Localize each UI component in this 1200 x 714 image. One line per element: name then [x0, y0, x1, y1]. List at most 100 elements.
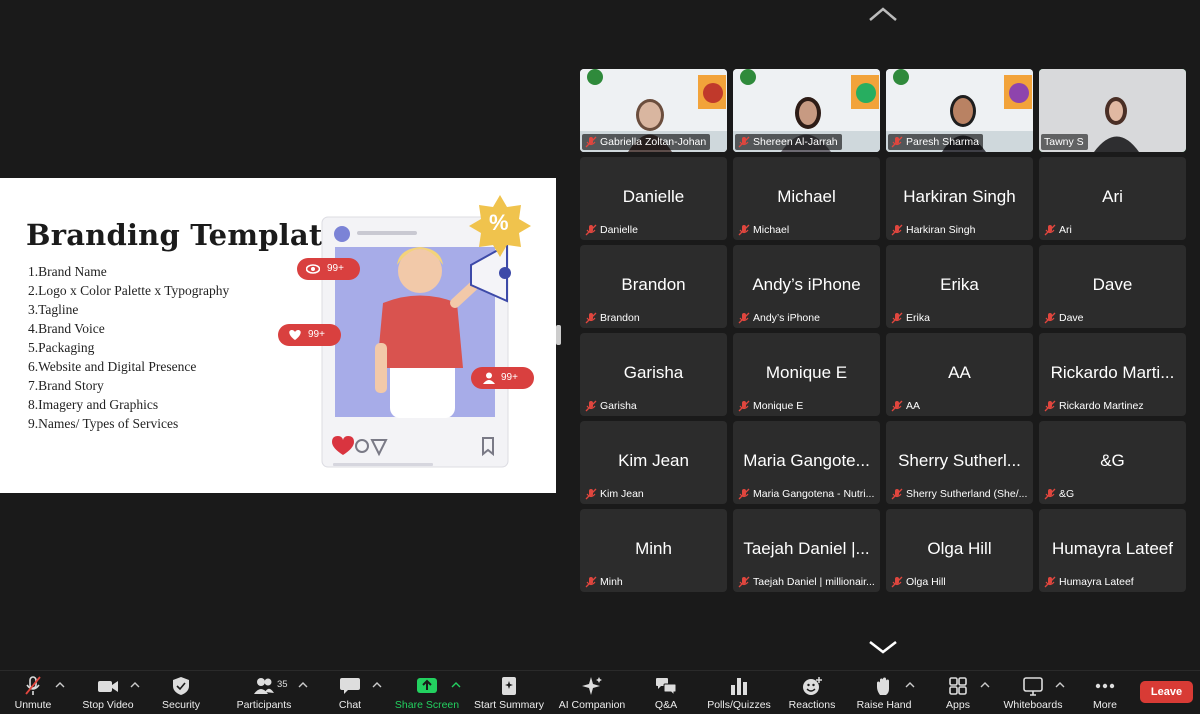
- participant-tile[interactable]: Brandon Brandon: [580, 245, 727, 328]
- raise-hand-options-caret-icon[interactable]: [905, 681, 915, 689]
- page-up-chevron-icon[interactable]: [868, 6, 898, 22]
- whiteboards-button[interactable]: Whiteboards: [1000, 673, 1066, 713]
- participant-tile[interactable]: Monique E Monique E: [733, 333, 880, 416]
- video-options-caret-icon[interactable]: [130, 681, 140, 689]
- participant-face: [950, 95, 976, 127]
- participant-tile[interactable]: &G &G: [1039, 421, 1186, 504]
- share-screen-button[interactable]: Share Screen: [394, 673, 460, 713]
- mic-muted-icon: [738, 224, 750, 236]
- mic-muted-icon: [891, 224, 903, 236]
- discount-badge: %: [489, 210, 509, 235]
- chat-button[interactable]: Chat: [330, 673, 370, 713]
- chat-options-caret-icon[interactable]: [372, 681, 382, 689]
- active-speaker-tile[interactable]: Tawny S: [1039, 69, 1186, 152]
- participant-display-name: Danielle: [622, 187, 685, 206]
- participant-display-name: AA: [948, 363, 971, 382]
- mic-muted-icon: [25, 676, 41, 695]
- sparkle-icon: [582, 677, 602, 695]
- participant-name: Rickardo Martinez: [1059, 400, 1144, 412]
- participant-tile[interactable]: Garisha Garisha: [580, 333, 727, 416]
- more-button[interactable]: More: [1088, 673, 1122, 713]
- tile-name-label: Shereen Al-Jarrah: [735, 134, 842, 150]
- participant-name: Monique E: [753, 400, 804, 412]
- slide-list-item: 7.Brand Story: [28, 378, 104, 393]
- participant-display-name: Monique E: [765, 363, 848, 382]
- participant-tile[interactable]: Michael Michael: [733, 157, 880, 240]
- ai-companion-button[interactable]: AI Companion: [556, 673, 628, 713]
- participant-tile[interactable]: Erika Erika: [886, 245, 1033, 328]
- tile-name-label: Kim Jean: [582, 486, 648, 502]
- mic-muted-icon: [1044, 312, 1056, 324]
- participant-name: Humayra Lateef: [1059, 576, 1134, 588]
- participant-display-name: Humayra Lateef: [1052, 539, 1173, 558]
- raise-hand-button[interactable]: Raise Hand: [854, 673, 914, 713]
- audio-options-caret-icon[interactable]: [55, 681, 65, 689]
- participants-icon: [254, 678, 274, 694]
- video-tile[interactable]: Shereen Al-Jarrah: [733, 69, 880, 152]
- participant-tile[interactable]: Taejah Daniel |... Taejah Daniel | millio…: [733, 509, 880, 592]
- leave-button[interactable]: Leave: [1140, 681, 1193, 703]
- mic-muted-icon: [738, 576, 750, 588]
- apps-button[interactable]: Apps: [940, 673, 976, 713]
- participant-tile[interactable]: Maria Gangote... Maria Gangotena - Nutri.…: [733, 421, 880, 504]
- tile-name-label: Tawny S: [1041, 134, 1088, 150]
- page-down-chevron-icon[interactable]: [868, 639, 898, 655]
- mic-muted-icon: [585, 576, 597, 588]
- apps-icon: [949, 677, 967, 695]
- participant-tile[interactable]: Sherry Sutherl... Sherry Sutherland (She/…: [886, 421, 1033, 504]
- participant-tile[interactable]: Dave Dave: [1039, 245, 1186, 328]
- split-view-resize-handle[interactable]: [556, 325, 561, 345]
- video-camera-icon: [98, 681, 118, 692]
- participant-name: Ari: [1059, 224, 1072, 236]
- mic-muted-icon: [738, 488, 750, 500]
- tile-name-label: Erika: [888, 310, 934, 326]
- tile-name-label: Olga Hill: [888, 574, 950, 590]
- tile-name-label: AA: [888, 398, 924, 414]
- participant-tile[interactable]: AA AA: [886, 333, 1033, 416]
- mic-muted-icon: [738, 312, 750, 324]
- participant-name: AA: [906, 400, 921, 412]
- whiteboard-icon: [1023, 677, 1043, 696]
- participant-tile[interactable]: Ari Ari: [1039, 157, 1186, 240]
- stop-video-button[interactable]: Stop Video: [78, 673, 138, 713]
- views-badge: 99+: [297, 258, 360, 280]
- video-tile[interactable]: Paresh Sharma: [886, 69, 1033, 152]
- video-tile[interactable]: Gabriella Zoltan-Johan: [580, 69, 727, 152]
- tile-name-label: Minh: [582, 574, 627, 590]
- chat-bubble-icon: [340, 678, 360, 694]
- summary-document-icon: [502, 677, 516, 695]
- security-button[interactable]: Security: [156, 673, 206, 713]
- reactions-button[interactable]: Reactions: [786, 673, 838, 713]
- participant-name: Andy’s iPhone: [753, 312, 820, 324]
- participant-name: Taejah Daniel | millionair...: [753, 576, 875, 588]
- tile-name-label: &G: [1041, 486, 1078, 502]
- polls-quizzes-button[interactable]: Polls/Quizzes: [704, 673, 774, 713]
- whiteboards-options-caret-icon[interactable]: [1055, 681, 1065, 689]
- tile-name-label: Andy’s iPhone: [735, 310, 824, 326]
- participant-tile[interactable]: Danielle Danielle: [580, 157, 727, 240]
- participants-options-caret-icon[interactable]: [298, 681, 308, 689]
- tile-name-label: Ari: [1041, 222, 1076, 238]
- unmute-button[interactable]: Unmute: [8, 673, 58, 713]
- participant-tile[interactable]: Kim Jean Kim Jean: [580, 421, 727, 504]
- participant-tile[interactable]: Minh Minh: [580, 509, 727, 592]
- participant-name: &G: [1059, 488, 1075, 500]
- zoom-meeting-window: Branding Template 1.Brand Name 2.Logo x …: [0, 0, 1200, 714]
- share-options-caret-icon[interactable]: [451, 681, 461, 689]
- mic-muted-icon: [1044, 488, 1056, 500]
- tile-name-label: Gabriella Zoltan-Johan: [582, 134, 711, 150]
- participant-tile[interactable]: Humayra Lateef Humayra Lateef: [1039, 509, 1186, 592]
- participant-display-name: Garisha: [623, 363, 684, 382]
- mic-muted-icon: [585, 488, 597, 500]
- hand-icon: [877, 677, 889, 695]
- tile-name-label: Michael: [735, 222, 793, 238]
- qa-button[interactable]: Q&A: [648, 673, 684, 713]
- participant-tile[interactable]: Olga Hill Olga Hill: [886, 509, 1033, 592]
- participant-tile[interactable]: Harkiran Singh Harkiran Singh: [886, 157, 1033, 240]
- start-summary-button[interactable]: Start Summary: [472, 673, 546, 713]
- shared-screen-slide: Branding Template 1.Brand Name 2.Logo x …: [0, 178, 556, 493]
- participant-tile[interactable]: Rickardo Marti... Rickardo Martinez: [1039, 333, 1186, 416]
- participant-tile[interactable]: Andy’s iPhone Andy’s iPhone: [733, 245, 880, 328]
- views-count: 99+: [327, 263, 344, 274]
- apps-options-caret-icon[interactable]: [980, 681, 990, 689]
